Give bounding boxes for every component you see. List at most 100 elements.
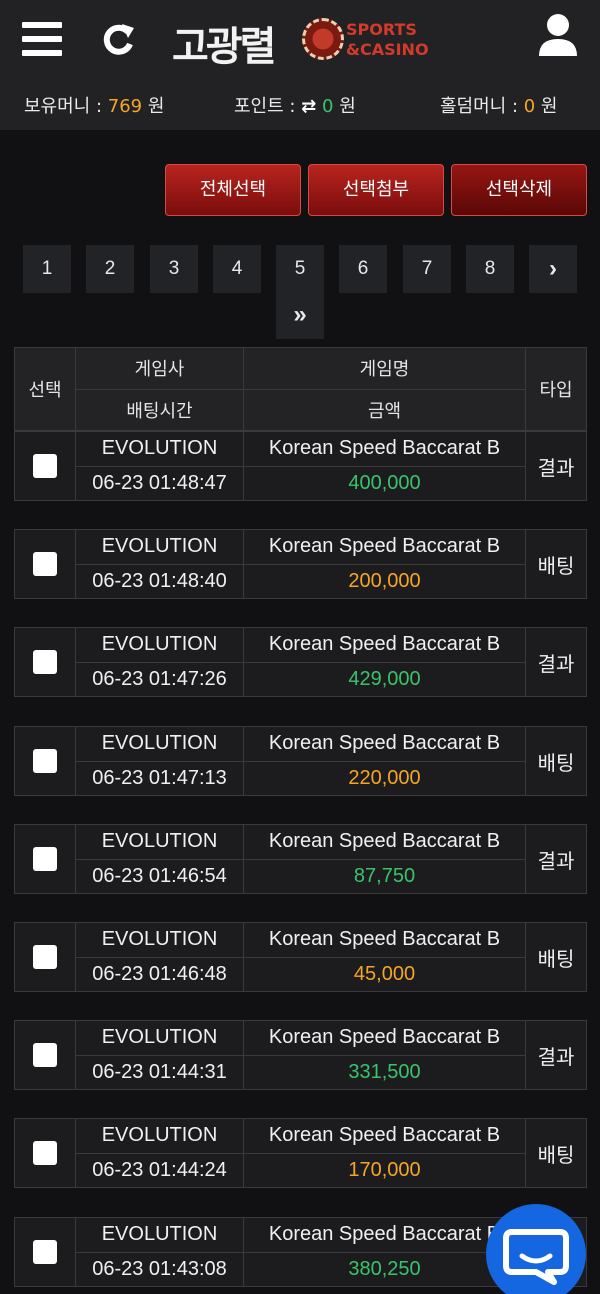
page-3[interactable]: 3 [150, 245, 198, 293]
row-provider: EVOLUTION [75, 824, 244, 860]
row-time: 06-23 01:47:26 [75, 661, 244, 697]
row-checkbox[interactable] [33, 1141, 57, 1165]
row-checkbox[interactable] [33, 650, 57, 674]
row-table: EVOLUTIONKorean Speed Baccarat B결과 06-23 … [14, 824, 587, 894]
page-6[interactable]: 6 [339, 245, 387, 293]
balance-point: 포인트 : ⇄ 0 원 [234, 96, 356, 117]
swap-icon[interactable]: ⇄ [301, 96, 316, 117]
row-checkbox[interactable] [33, 552, 57, 576]
row-select-cell [14, 1020, 76, 1090]
row-time: 06-23 01:46:54 [75, 858, 244, 894]
row-provider: EVOLUTION [75, 726, 244, 762]
row-game: Korean Speed Baccarat B [243, 529, 526, 565]
row-amount: 87,750 [243, 858, 526, 894]
row-select-cell [14, 922, 76, 992]
row-provider: EVOLUTION [75, 431, 244, 467]
select-all-button[interactable]: 전체선택 [165, 164, 301, 216]
row-table: EVOLUTION Korean Speed Baccarat B 배팅 06-23 … [14, 726, 587, 796]
hamburger-icon[interactable] [22, 22, 62, 56]
row-provider: EVOLUTION [75, 922, 244, 958]
row-game: Korean Speed Baccarat B [243, 1020, 526, 1056]
row-amount: 331,500 [243, 1054, 526, 1090]
delete-selected-button[interactable]: 선택삭제 [451, 164, 587, 216]
row-game: Korean Speed Baccarat B [243, 726, 526, 762]
next-page-button[interactable]: › [529, 245, 577, 293]
page-2[interactable]: 2 [86, 245, 134, 293]
balance-holdem: 홀덤머니 : 0 원 [440, 96, 558, 117]
row-checkbox[interactable] [33, 945, 57, 969]
row-time: 06-23 01:43:08 [75, 1251, 244, 1287]
row-amount: 45,000 [243, 956, 526, 992]
row-amount: 220,000 [243, 760, 526, 796]
row-game: Korean Speed Baccarat B [243, 431, 526, 467]
top-bar: 고광렬 SPORTS &CASINO 보유머니 : 769 원 포인트 : ⇄ … [0, 0, 600, 130]
row-time: 06-23 01:47:13 [75, 760, 244, 796]
row-table: EVOLUTIONKorean Speed Baccarat B결과 06-23 … [14, 431, 587, 501]
col-time: 배팅시간 [75, 388, 244, 431]
last-page-button[interactable]: » [276, 291, 324, 339]
row-select-cell [14, 529, 76, 599]
list-header: 선택 게임사 게임명 타입 배팅시간 금액 [14, 347, 587, 431]
row-provider: EVOLUTION [75, 1118, 244, 1154]
table-row: EVOLUTIONKorean Speed Baccarat B결과 06-23 … [14, 824, 587, 894]
row-time: 06-23 01:48:40 [75, 563, 244, 599]
row-checkbox[interactable] [33, 847, 57, 871]
chat-icon [503, 1229, 569, 1285]
row-type: 배팅 [525, 529, 587, 599]
row-time: 06-23 01:44:24 [75, 1152, 244, 1188]
col-amount: 금액 [243, 388, 526, 431]
row-game: Korean Speed Baccarat B [243, 922, 526, 958]
col-type: 타입 [525, 347, 587, 431]
table-row: EVOLUTIONKorean Speed Baccarat B결과 06-23 … [14, 431, 587, 501]
table-row: EVOLUTIONKorean Speed Baccarat B결과 06-23 … [14, 1020, 587, 1090]
row-select-cell [14, 824, 76, 894]
row-time: 06-23 01:44:31 [75, 1054, 244, 1090]
table-row: EVOLUTION Korean Speed Baccarat B 배팅 06-23 … [14, 922, 587, 992]
row-type: 결과 [525, 824, 587, 894]
row-select-cell [14, 627, 76, 697]
col-provider: 게임사 [75, 347, 244, 390]
page-8[interactable]: 8 [466, 245, 514, 293]
page-4[interactable]: 4 [213, 245, 261, 293]
row-time: 06-23 01:48:47 [75, 465, 244, 501]
row-amount: 380,250 [243, 1251, 526, 1287]
table-row: EVOLUTION Korean Speed Baccarat B 배팅 06-23 … [14, 529, 587, 599]
row-select-cell [14, 726, 76, 796]
row-table: EVOLUTION Korean Speed Baccarat B 배팅 06-23 … [14, 922, 587, 992]
row-checkbox[interactable] [33, 1043, 57, 1067]
row-game: Korean Speed Baccarat B [243, 627, 526, 663]
row-table: EVOLUTION Korean Speed Baccarat B 배팅 06-23 … [14, 529, 587, 599]
page-7[interactable]: 7 [403, 245, 451, 293]
row-checkbox[interactable] [33, 749, 57, 773]
table-row: EVOLUTION Korean Speed Baccarat B 배팅 06-23 … [14, 726, 587, 796]
balance-bar: 보유머니 : 769 원 포인트 : ⇄ 0 원 홀덤머니 : 0 원 [0, 88, 600, 120]
row-type: 결과 [525, 627, 587, 697]
casino-chip-icon [302, 18, 344, 60]
refresh-icon[interactable] [98, 20, 138, 60]
row-type: 배팅 [525, 726, 587, 796]
row-provider: EVOLUTION [75, 529, 244, 565]
row-amount: 200,000 [243, 563, 526, 599]
chat-button[interactable] [486, 1204, 586, 1294]
row-checkbox[interactable] [33, 1240, 57, 1264]
chevron-right-icon: › [549, 255, 557, 282]
balance-money: 보유머니 : 769 원 [24, 96, 165, 117]
row-provider: EVOLUTION [75, 1217, 244, 1253]
brand-name: 고광렬 [172, 24, 276, 70]
row-select-cell [14, 1118, 76, 1188]
page-5[interactable]: 5 [276, 245, 324, 293]
brand-logo[interactable]: 고광렬 SPORTS &CASINO [170, 10, 440, 70]
row-select-cell [14, 431, 76, 501]
row-game: Korean Speed Baccarat B [243, 1118, 526, 1154]
col-select: 선택 [14, 347, 76, 431]
row-checkbox[interactable] [33, 454, 57, 478]
row-provider: EVOLUTION [75, 1020, 244, 1056]
row-provider: EVOLUTION [75, 627, 244, 663]
page-1[interactable]: 1 [23, 245, 71, 293]
brand-sub-casino: &CASINO [346, 40, 429, 59]
attach-selected-button[interactable]: 선택첨부 [308, 164, 444, 216]
row-amount: 400,000 [243, 465, 526, 501]
user-icon[interactable] [536, 12, 580, 58]
table-row: EVOLUTION Korean Speed Baccarat B 배팅 06-23 … [14, 1118, 587, 1188]
row-game: Korean Speed Baccarat B [243, 824, 526, 860]
